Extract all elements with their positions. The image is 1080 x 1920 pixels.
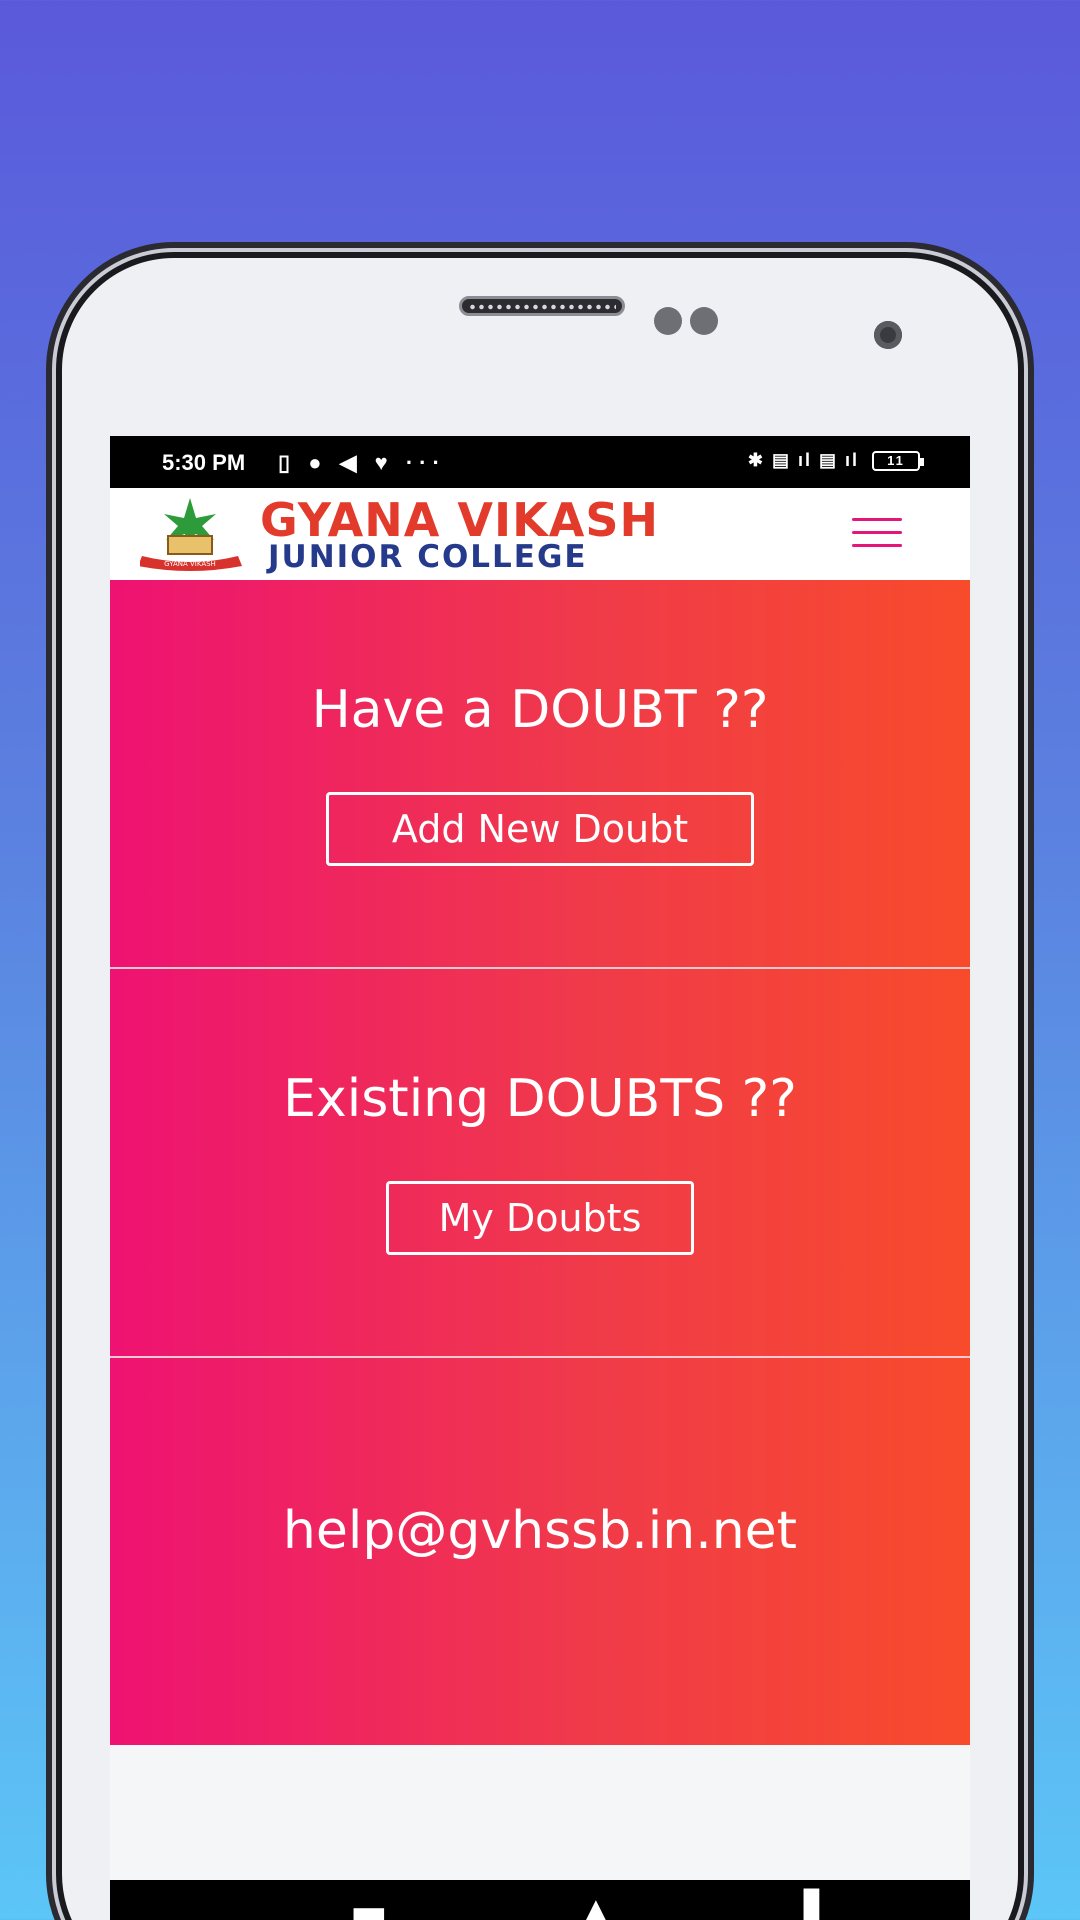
status-notification-icons: ▯ ● ◀ ♥ ··· xyxy=(278,450,446,475)
my-doubts-button[interactable]: My Doubts xyxy=(386,1181,694,1255)
bottom-bar-icons: ▬ ▲ ▌ xyxy=(350,1890,925,1920)
college-logo[interactable]: GYANA VIKASH GYANA VIKASH JUNIOR COLLEGE xyxy=(140,494,660,576)
svg-text:GYANA VIKASH: GYANA VIKASH xyxy=(164,560,216,568)
add-new-doubt-button[interactable]: Add New Doubt xyxy=(326,792,754,866)
wifi-signal-icon: ✱ ▤ ıl ▤ ıl xyxy=(747,450,859,470)
help-email-link[interactable]: help@gvhssb.in.net xyxy=(110,1501,970,1561)
help-email-section: help@gvhssb.in.net xyxy=(110,1358,970,1745)
top-navbar: GYANA VIKASH GYANA VIKASH JUNIOR COLLEGE xyxy=(110,488,970,580)
front-camera xyxy=(874,321,902,349)
section-heading: Have a DOUBT ?? xyxy=(311,680,769,740)
menu-icon[interactable] xyxy=(852,518,902,548)
phone-sensor xyxy=(690,307,718,335)
status-time: 5:30 PM xyxy=(162,450,246,475)
phone-speaker xyxy=(459,296,625,316)
logo-title: GYANA VIKASH xyxy=(260,493,659,547)
my-doubts-section: Existing DOUBTS ?? My Doubts xyxy=(110,969,970,1356)
status-bar: 5:30 PM ▯ ● ◀ ♥ ··· ✱ ▤ ıl ▤ ıl 11 xyxy=(110,436,970,488)
section-heading: Existing DOUBTS ?? xyxy=(283,1069,797,1129)
status-right-icons: ✱ ▤ ıl ▤ ıl 11 xyxy=(747,450,924,472)
add-doubt-section: Have a DOUBT ?? Add New Doubt xyxy=(110,580,970,967)
bottom-bar: ▬ ▲ ▌ xyxy=(110,1880,970,1920)
logo-subtitle: JUNIOR COLLEGE xyxy=(268,539,588,575)
battery-icon: 11 xyxy=(872,451,924,472)
college-emblem-icon: GYANA VIKASH xyxy=(140,498,242,571)
phone-sensor xyxy=(654,307,682,335)
phone-screen: 5:30 PM ▯ ● ◀ ♥ ··· ✱ ▤ ıl ▤ ıl 11 GYANA… xyxy=(110,436,970,1920)
